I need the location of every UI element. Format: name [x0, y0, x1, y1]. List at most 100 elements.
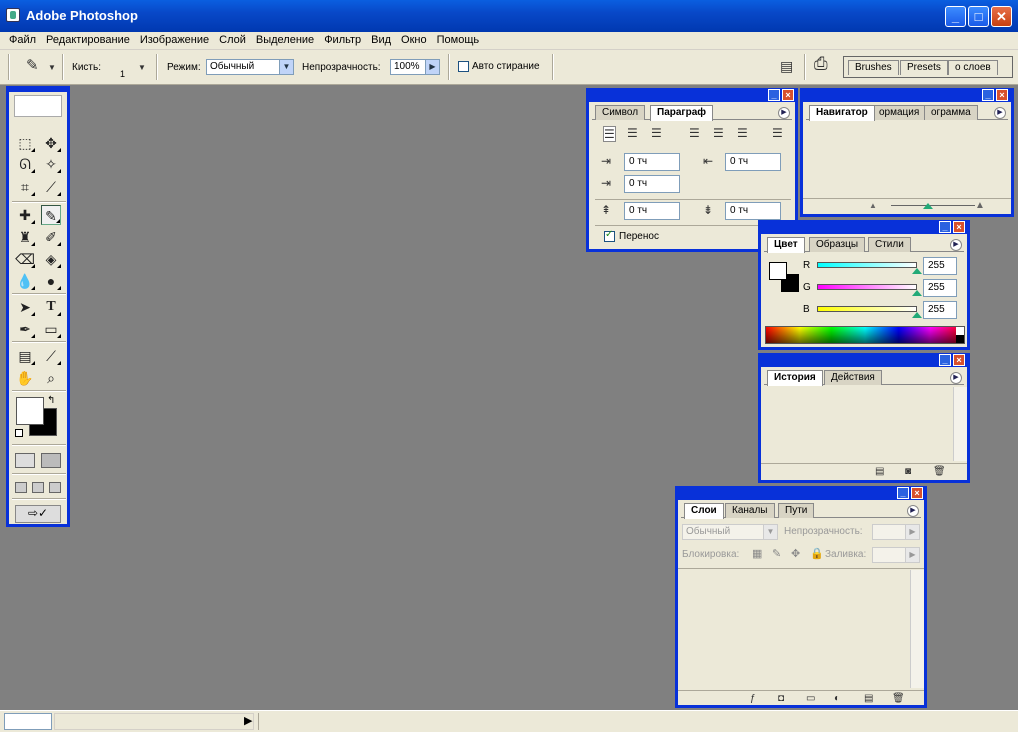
minimize-palette-icon[interactable]: _: [939, 354, 951, 366]
indent-left-field[interactable]: 0 тч: [624, 153, 680, 171]
history-brush-icon[interactable]: ✐: [41, 227, 61, 247]
lock-image-icon[interactable]: ✎: [772, 547, 781, 561]
red-slider[interactable]: [817, 262, 917, 268]
type-tool-icon[interactable]: T: [41, 297, 61, 317]
zoom-slider-thumb[interactable]: [923, 203, 933, 209]
status-menu-arrow-icon[interactable]: ▶: [244, 714, 252, 727]
swap-colors-icon[interactable]: ↰: [47, 395, 55, 406]
eraser-tool-icon[interactable]: ⌫: [15, 249, 35, 269]
palette-menu-icon[interactable]: ▶: [994, 107, 1006, 119]
chevron-down-icon[interactable]: ▼: [48, 61, 56, 75]
path-selection-icon[interactable]: ➤: [15, 297, 35, 317]
brush-size[interactable]: 1: [120, 68, 125, 80]
tab-paragraph[interactable]: Параграф: [650, 105, 714, 121]
marquee-tool-icon[interactable]: ⬚: [15, 133, 35, 153]
green-value-field[interactable]: 255: [923, 279, 957, 297]
pencil-tool-icon[interactable]: ✎: [26, 58, 39, 73]
pencil-tool-icon[interactable]: ✎: [41, 205, 61, 225]
lasso-tool-icon[interactable]: ᘏ: [15, 154, 35, 174]
palette-menu-icon[interactable]: ▶: [950, 239, 962, 251]
notes-tool-icon[interactable]: ▤: [15, 346, 35, 366]
palette-menu-icon[interactable]: ▶: [950, 372, 962, 384]
minimize-palette-icon[interactable]: _: [982, 89, 994, 101]
indent-first-line-field[interactable]: 0 тч: [624, 175, 680, 193]
tab-histogram[interactable]: ограмма: [924, 105, 978, 120]
standard-mode-button[interactable]: [15, 453, 35, 468]
close-palette-icon[interactable]: ×: [782, 89, 794, 101]
brush-picker-chevron-icon[interactable]: ▼: [138, 61, 146, 75]
well-tab-layer-comps[interactable]: о слоев: [948, 60, 998, 75]
foreground-color-swatch[interactable]: [16, 397, 44, 425]
tab-navigator[interactable]: Навигатор: [809, 105, 875, 121]
clone-stamp-icon[interactable]: ♜: [15, 227, 35, 247]
zoom-in-icon[interactable]: ▲: [975, 200, 985, 211]
tab-actions[interactable]: Действия: [824, 370, 882, 385]
lock-transparency-icon[interactable]: ▦: [752, 547, 762, 561]
crop-tool-icon[interactable]: ⌗: [15, 177, 35, 197]
zoom-slider[interactable]: [891, 205, 975, 206]
minimize-button[interactable]: _: [945, 6, 966, 27]
blue-slider[interactable]: [817, 306, 917, 312]
hyphenate-checkbox[interactable]: [604, 229, 615, 242]
close-button[interactable]: ✕: [991, 6, 1012, 27]
layer-opacity-field[interactable]: ▶: [872, 524, 920, 540]
minimize-palette-icon[interactable]: _: [897, 487, 909, 499]
tab-swatches[interactable]: Образцы: [809, 237, 866, 252]
align-right-icon[interactable]: ☰: [651, 126, 662, 140]
adobe-feather-logo[interactable]: [14, 95, 62, 117]
eyedropper-icon[interactable]: ⟋: [41, 346, 61, 366]
quick-mask-button[interactable]: [41, 453, 61, 468]
slice-tool-icon[interactable]: ⟋: [41, 177, 61, 197]
maximize-button[interactable]: □: [968, 6, 989, 27]
red-slider-thumb[interactable]: [912, 268, 922, 274]
move-tool-icon[interactable]: ✥: [41, 133, 61, 153]
tab-layers[interactable]: Слои: [684, 503, 724, 519]
fill-field[interactable]: ▶: [872, 547, 920, 563]
zoom-tool-icon[interactable]: ⌕: [41, 368, 61, 388]
adjustment-layer-icon[interactable]: ◐: [834, 692, 840, 706]
delete-layer-icon[interactable]: 🗑: [892, 692, 905, 706]
hand-tool-icon[interactable]: ✋: [15, 368, 35, 388]
close-palette-icon[interactable]: ×: [996, 89, 1008, 101]
close-palette-icon[interactable]: ×: [911, 487, 923, 499]
minimize-palette-icon[interactable]: _: [768, 89, 780, 101]
menu-file[interactable]: Файл: [4, 32, 41, 48]
color-ramp[interactable]: [765, 326, 965, 344]
printer-icon[interactable]: ⎙: [814, 55, 828, 72]
menu-select[interactable]: Выделение: [251, 32, 319, 48]
space-before-field[interactable]: 0 тч: [624, 202, 680, 220]
screen-mode-full-menu-icon[interactable]: [32, 482, 44, 493]
blur-tool-icon[interactable]: 💧: [15, 271, 35, 291]
tab-info[interactable]: ормация: [872, 105, 927, 120]
well-tab-brushes[interactable]: Brushes: [848, 60, 899, 75]
menu-window[interactable]: Окно: [396, 32, 432, 48]
ramp-white-swatch[interactable]: [956, 327, 964, 335]
align-left-icon[interactable]: ☰: [603, 126, 616, 142]
layer-style-icon[interactable]: ƒ: [750, 692, 756, 706]
snapshot-icon[interactable]: ◙: [905, 465, 911, 479]
blue-slider-thumb[interactable]: [912, 312, 922, 318]
blue-value-field[interactable]: 255: [923, 301, 957, 319]
lock-all-icon[interactable]: 🔒: [810, 547, 824, 561]
opacity-field[interactable]: 100% ▶: [390, 59, 440, 75]
justify-left-icon[interactable]: ☰: [689, 126, 700, 140]
justify-center-icon[interactable]: ☰: [713, 126, 724, 140]
tab-styles[interactable]: Стили: [868, 237, 911, 252]
indent-right-field[interactable]: 0 тч: [725, 153, 781, 171]
palette-menu-icon[interactable]: ▶: [907, 505, 919, 517]
mode-select[interactable]: Обычный ▼: [206, 59, 294, 75]
menu-help[interactable]: Помощь: [432, 32, 485, 48]
menu-edit[interactable]: Редактирование: [41, 32, 135, 48]
green-slider[interactable]: [817, 284, 917, 290]
tab-history[interactable]: История: [767, 370, 823, 386]
menu-layer[interactable]: Слой: [214, 32, 251, 48]
magic-wand-icon[interactable]: ✧: [41, 154, 61, 174]
red-value-field[interactable]: 255: [923, 257, 957, 275]
zoom-level-field[interactable]: [4, 713, 52, 730]
layers-list[interactable]: [680, 570, 908, 688]
layer-mask-icon[interactable]: ◘: [778, 692, 784, 706]
jump-to-imageready-icon[interactable]: ⇨✓: [15, 505, 61, 523]
menu-image[interactable]: Изображение: [135, 32, 214, 48]
tab-channels[interactable]: Каналы: [725, 503, 775, 518]
new-document-icon[interactable]: ▤: [875, 465, 884, 479]
